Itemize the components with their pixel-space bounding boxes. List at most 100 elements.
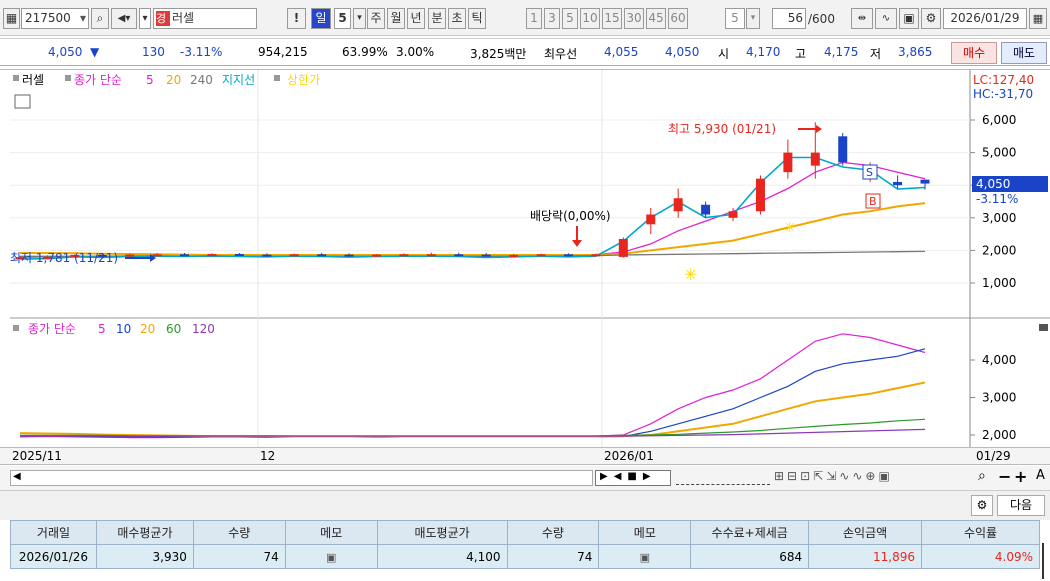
search-icon[interactable]: ⌕	[91, 8, 109, 29]
alert-button[interactable]: !	[287, 8, 306, 29]
chart-svg[interactable]: 러셀 종가 단순 5 20 240 지지선 상한가 LC:127,40 HC:-…	[0, 70, 1050, 449]
interval-3[interactable]: 3	[544, 8, 560, 29]
legend-ma-label: 종가 단순	[74, 73, 122, 87]
zoom-out-icon[interactable]: −	[998, 467, 1011, 486]
col-pnl: 손익금액	[808, 520, 923, 545]
col-buy-memo: 메모	[284, 520, 378, 545]
trade-panel-header: ⚙ 다음	[0, 490, 1050, 520]
interval-dropdown-icon[interactable]: ▾	[746, 8, 760, 29]
interval-45[interactable]: 45	[646, 8, 666, 29]
candle-body	[262, 254, 272, 257]
cell-sell-memo[interactable]: ▣	[598, 544, 692, 569]
candle-body	[399, 254, 409, 257]
legend-ma60-2: 60	[166, 322, 181, 336]
period-second-tab[interactable]: 초	[448, 8, 466, 29]
scroll-thumb[interactable]	[1042, 543, 1044, 579]
interval-15[interactable]: 15	[602, 8, 622, 29]
legend-marker	[65, 75, 71, 81]
layout-icon[interactable]: ▦	[3, 8, 20, 29]
period-week-tab[interactable]: 주	[367, 8, 385, 29]
y-tick-label: 2,000	[982, 428, 1016, 442]
sell-button[interactable]: 매도	[1001, 42, 1047, 64]
col-buy-avg: 매수평균가	[95, 520, 194, 545]
stock-name-field[interactable]: 경 러셀	[153, 8, 257, 29]
save-icon[interactable]: ▣	[899, 8, 919, 29]
chart-area[interactable]: 러셀 종가 단순 5 20 240 지지선 상한가 LC:127,40 HC:-…	[0, 69, 1050, 449]
zoom-search-icon[interactable]: ⌕	[978, 468, 986, 484]
sound-icon[interactable]: ◀▾	[111, 8, 137, 29]
table-icon[interactable]	[14, 94, 31, 109]
market-badge: 경	[156, 11, 170, 26]
market-dropdown-icon[interactable]: ▾	[139, 8, 151, 29]
calendar-icon[interactable]: ▦	[1029, 8, 1047, 29]
cell-sell-qty: 74	[506, 544, 600, 569]
open-price: 4,170	[746, 45, 781, 59]
candle-body	[536, 254, 546, 257]
forward-icon[interactable]: ▶	[643, 471, 657, 482]
period-minute-tab[interactable]: 분	[428, 8, 446, 29]
high-arrow-head	[816, 125, 822, 133]
tool-icon[interactable]: ⊞⊟⊡⇱⇲∿∿⊕▣	[774, 469, 893, 483]
candle-body	[317, 254, 327, 257]
candle-body	[344, 254, 354, 257]
gear-icon[interactable]: ⚙	[921, 8, 941, 29]
period-n-value[interactable]: 5	[334, 8, 351, 29]
y-axis-bottom: 2,000 3,000 4,000	[970, 353, 1016, 442]
cell-buy-memo[interactable]: ▣	[284, 544, 378, 569]
interval-5[interactable]: 5	[562, 8, 578, 29]
next-button[interactable]: 다음	[997, 495, 1045, 516]
interval-60[interactable]: 60	[668, 8, 688, 29]
candle-body	[481, 254, 491, 257]
nav-controls[interactable]: ▶◀■▶	[595, 470, 671, 486]
open-label: 시	[718, 47, 730, 61]
rewind-icon[interactable]: ◀	[614, 471, 628, 482]
period-tick-tab[interactable]: 틱	[468, 8, 486, 29]
candle-body	[838, 136, 848, 163]
legend-ma20: 20	[166, 73, 181, 87]
candle-body	[180, 254, 190, 257]
period-year-tab[interactable]: 년	[407, 8, 425, 29]
cell-fee-tax: 684	[690, 544, 810, 569]
zoom-icon[interactable]: ⇹	[851, 8, 873, 29]
period-dropdown-icon[interactable]: ▾	[353, 8, 366, 29]
drawing-tools[interactable]: ⊞⊟⊡⇱⇲∿∿⊕▣	[774, 469, 893, 483]
hc-label: HC:-31,70	[973, 87, 1033, 101]
date-input[interactable]: 2026/01/29	[943, 8, 1027, 29]
dividend-arrow-head	[572, 240, 582, 247]
cell-sell-avg: 4,100	[376, 544, 508, 569]
memo-icon[interactable]: ▣	[326, 551, 336, 564]
dropdown-arrow-icon[interactable]: ▾	[80, 9, 86, 28]
period-month-tab[interactable]: 월	[387, 8, 405, 29]
candle-body	[426, 254, 436, 257]
play-icon[interactable]: ▶	[600, 471, 614, 482]
legend-ma5: 5	[146, 73, 154, 87]
buy-button[interactable]: 매수	[951, 42, 997, 64]
table-row[interactable]: 2026/01/26 3,930 74 ▣ 4,100 74 ▣ 684 11,…	[10, 544, 1040, 569]
font-size-icon[interactable]: A	[1036, 468, 1045, 483]
legend-stock-name: 러셀	[22, 73, 44, 87]
ma-line-5	[19, 161, 926, 258]
candle-body	[563, 254, 573, 257]
zoom-in-icon[interactable]: +	[1014, 467, 1027, 486]
stop-icon[interactable]: ■	[627, 471, 642, 482]
period-day-tab[interactable]: 일	[311, 8, 331, 29]
memo-icon[interactable]: ▣	[640, 551, 650, 564]
zoom-slider[interactable]	[676, 469, 770, 485]
stock-code-input[interactable]: 217500 ▾	[21, 8, 89, 29]
scroll-left-icon[interactable]: ◀	[13, 471, 21, 482]
best-ask: 4,055	[604, 45, 639, 59]
count-input[interactable]: 56	[772, 8, 806, 29]
candle-body	[207, 253, 217, 256]
low-label: 저	[870, 47, 882, 61]
panel-menu-icon[interactable]	[1039, 324, 1048, 331]
legend-ma20-2: 20	[140, 322, 155, 336]
settings-gear-icon[interactable]: ⚙	[971, 495, 993, 516]
volume: 954,215	[258, 45, 308, 59]
interval-30[interactable]: 30	[624, 8, 644, 29]
interval-10[interactable]: 10	[580, 8, 600, 29]
interval-input[interactable]: 5	[725, 8, 745, 29]
dividend-annotation: 배당락(0,00%)	[530, 209, 611, 223]
horizontal-scrollbar[interactable]: ◀	[10, 470, 593, 486]
interval-1[interactable]: 1	[526, 8, 542, 29]
draw-tool-icon[interactable]: ∿	[875, 8, 897, 29]
